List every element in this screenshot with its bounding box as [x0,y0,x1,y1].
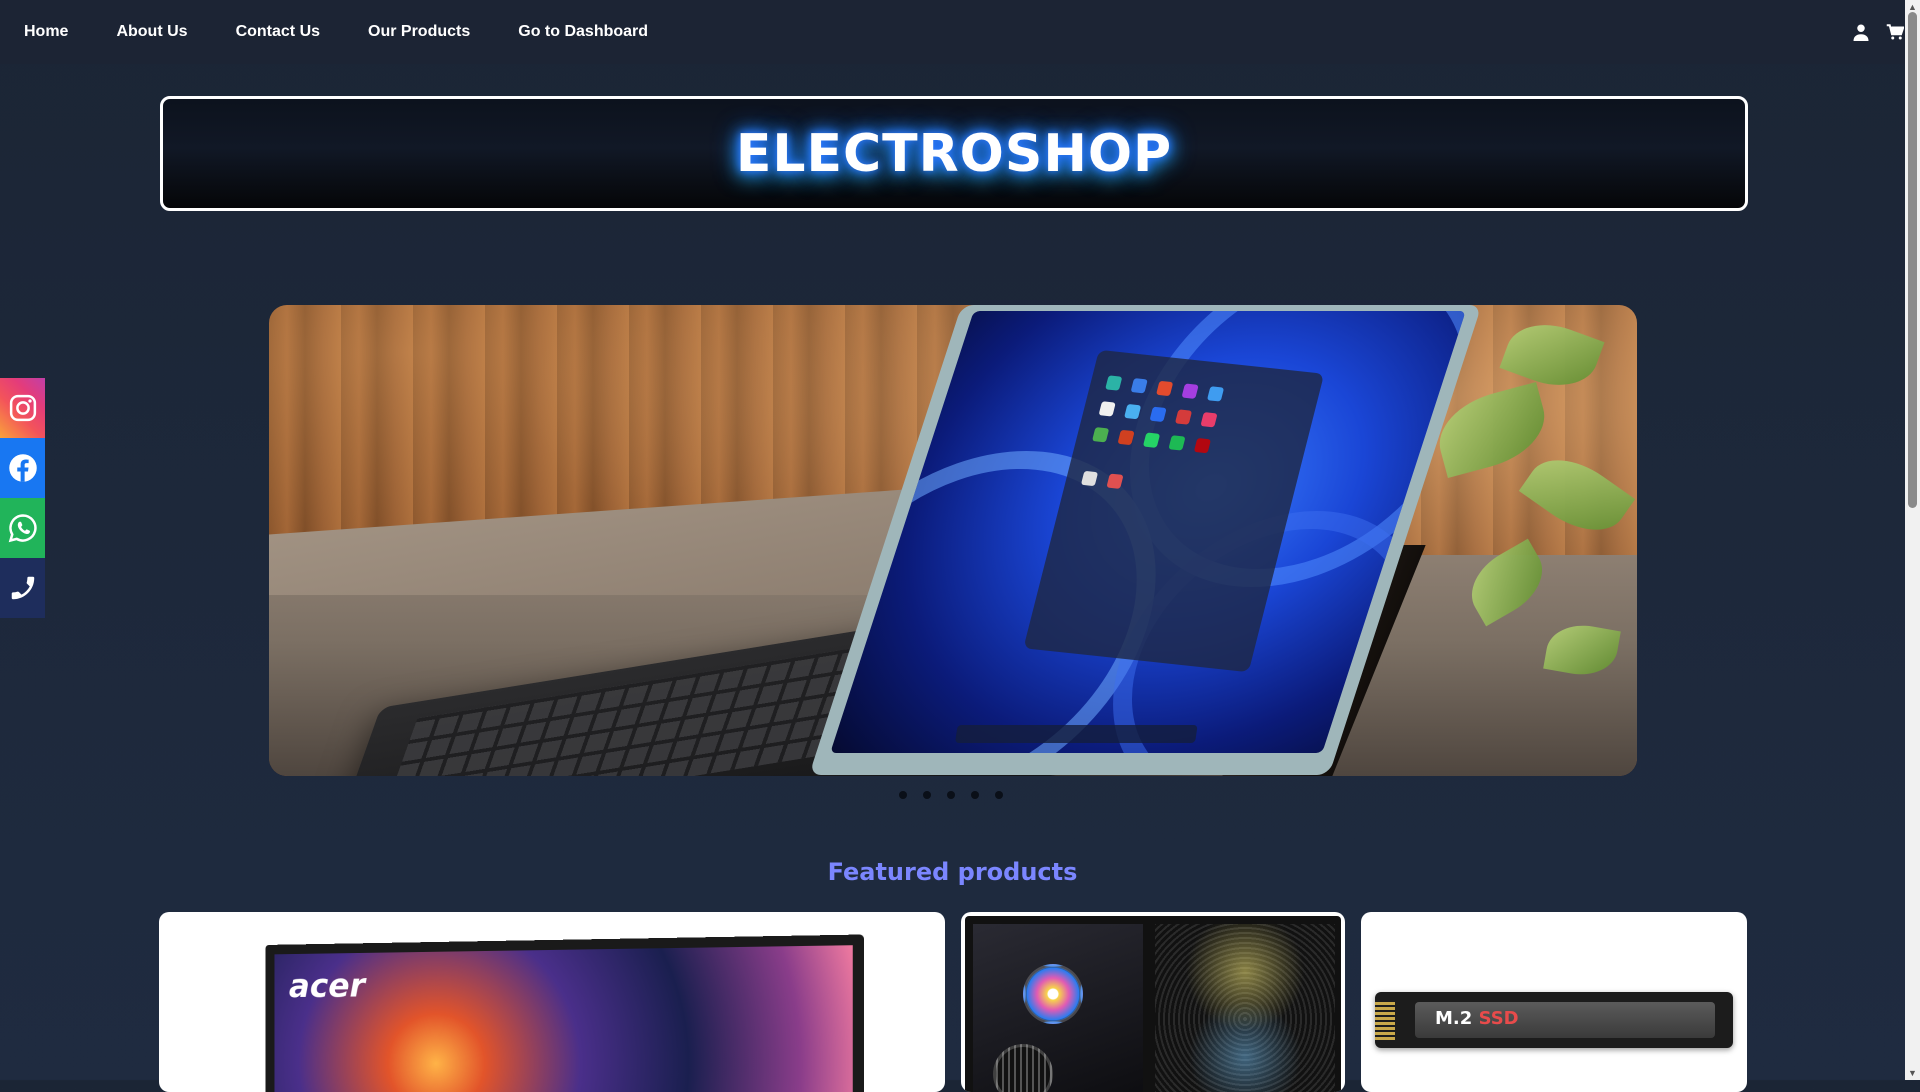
whatsapp-button[interactable] [0,498,45,558]
carousel-slide-image [269,305,1637,776]
instagram-button[interactable] [0,378,45,438]
hero-carousel[interactable] [269,305,1637,776]
instagram-icon [9,394,36,422]
social-sidebar [0,378,45,618]
user-icon[interactable] [1851,22,1871,42]
nav-dashboard-link[interactable]: Go to Dashboard [518,23,648,41]
carousel-dot[interactable] [899,791,907,799]
carousel-dot[interactable] [995,791,1003,799]
ssd-label-ssd: SSD [1478,1008,1519,1029]
facebook-button[interactable] [0,438,45,498]
cart-icon[interactable] [1885,22,1905,42]
nav-products-link[interactable]: Our Products [368,23,470,41]
carousel-dot[interactable] [947,791,955,799]
site-title: ELECTROSHOP [735,123,1173,184]
ssd-product-image: M.2 SSD [1375,992,1733,1048]
monitor-product-image: acer [265,934,864,1092]
scroll-down-icon[interactable]: ▼ [1908,1068,1917,1078]
carousel-dot[interactable] [923,791,931,799]
brand-banner: ELECTROSHOP [160,96,1748,211]
monitor-brand-logo: acer [288,966,366,1006]
product-card-ssd[interactable]: M.2 SSD [1361,912,1747,1092]
nav-contact-link[interactable]: Contact Us [236,23,320,41]
carousel-dot[interactable] [971,791,979,799]
nav-about-link[interactable]: About Us [116,23,187,41]
nav-home-link[interactable]: Home [24,23,68,41]
scrollbar-thumb[interactable] [1908,12,1917,508]
nav-actions [1851,0,1905,64]
product-card-monitor[interactable]: acer [159,912,945,1092]
phone-icon [11,576,34,600]
featured-products-heading: Featured products [827,858,1078,886]
ssd-label-m2: M.2 [1435,1008,1473,1029]
facebook-icon [8,454,37,482]
product-card-pc-case[interactable] [961,912,1345,1092]
pc-case-product-image [965,916,1341,1092]
top-navbar: Home About Us Contact Us Our Products Go… [0,0,1905,64]
phone-button[interactable] [0,558,45,618]
page-scrollbar[interactable]: ▲ ▼ [1905,0,1920,1080]
scroll-up-icon[interactable]: ▲ [1908,2,1917,12]
nav-links: Home About Us Contact Us Our Products Go… [24,23,648,41]
whatsapp-icon [8,514,37,543]
